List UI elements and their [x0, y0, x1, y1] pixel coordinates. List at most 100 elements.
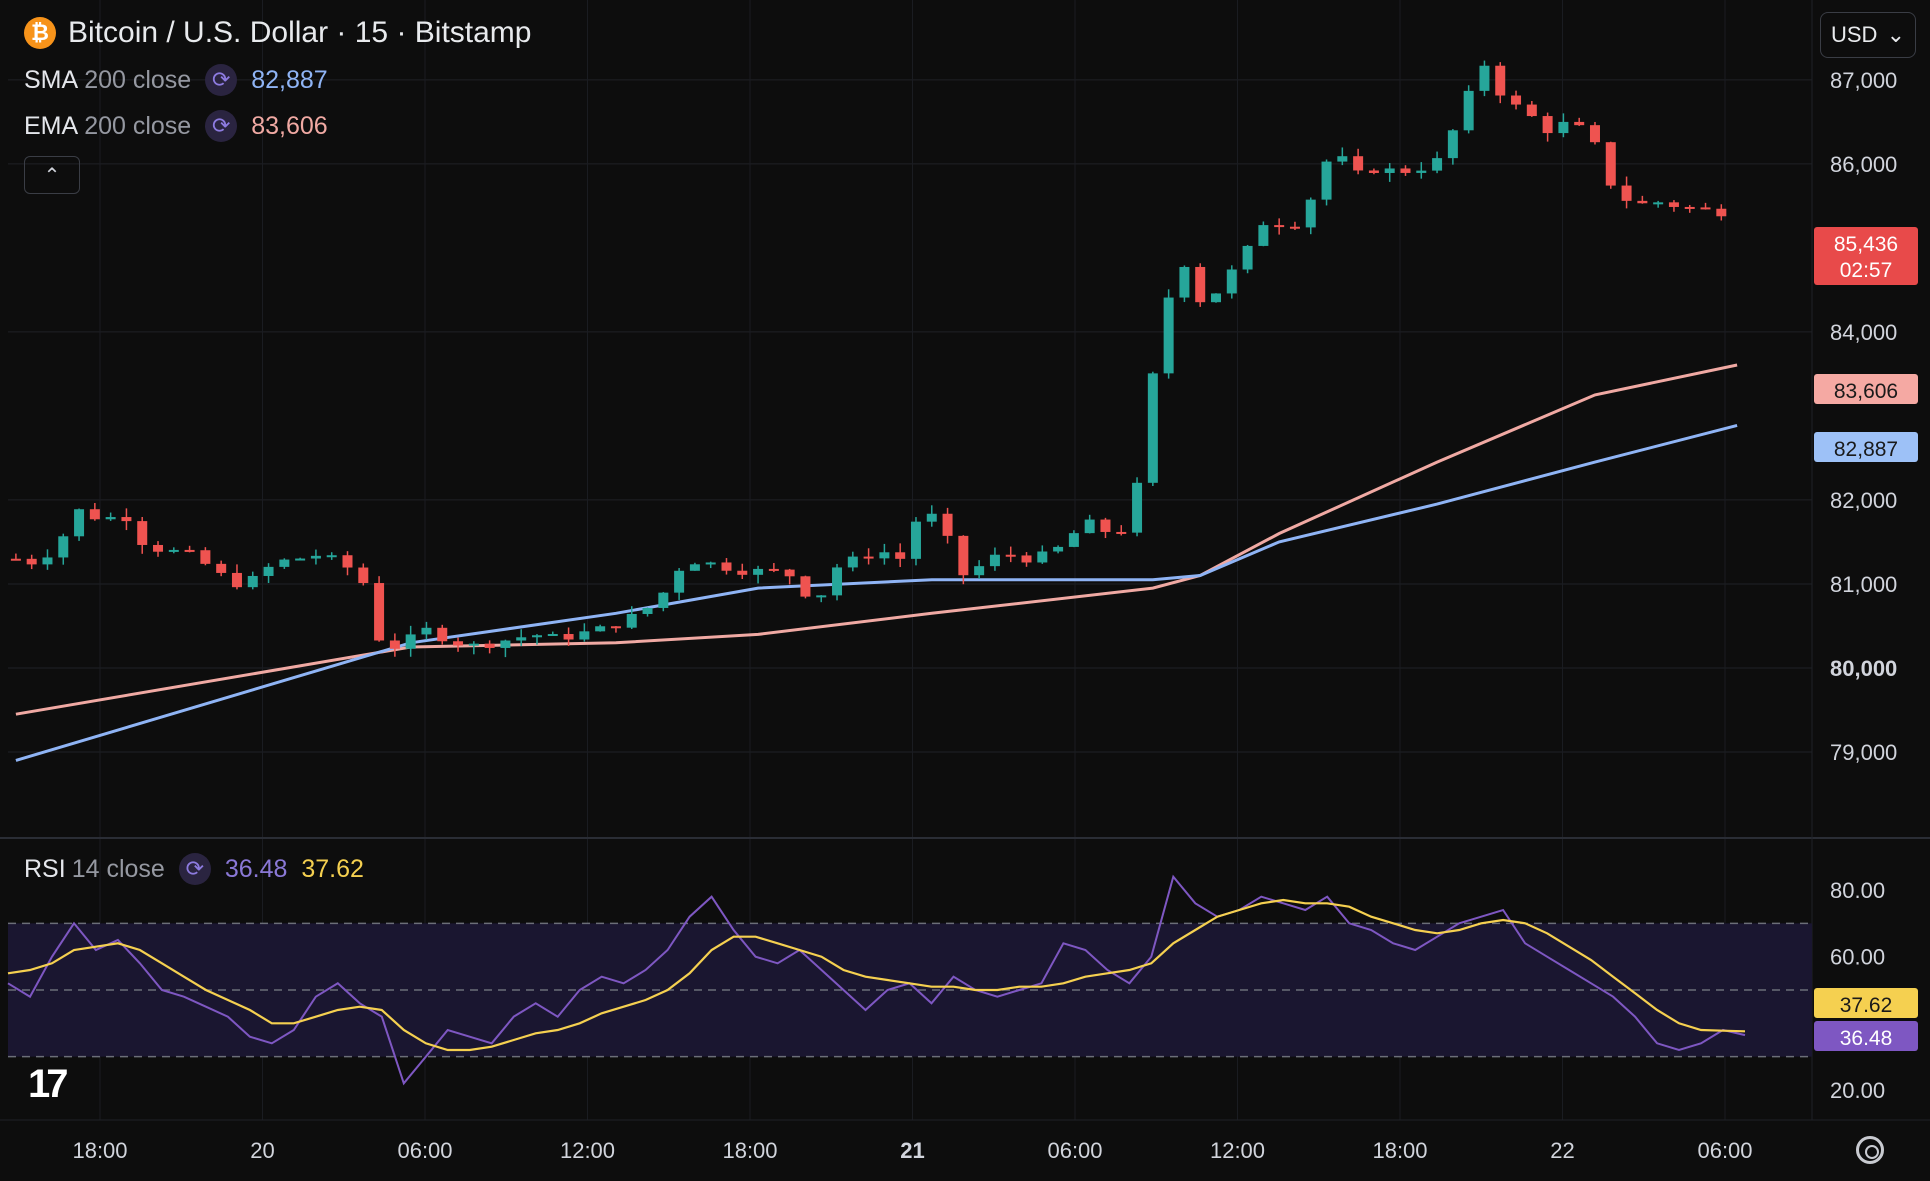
legend-ema-label: EMA: [24, 111, 79, 140]
price-tick-label: 79,000: [1830, 740, 1897, 765]
candle-up: [1653, 202, 1664, 205]
candle-down: [1605, 142, 1616, 186]
time-tick-label: 06:00: [397, 1138, 452, 1163]
candle-up: [1305, 199, 1316, 228]
candle-down: [1542, 116, 1553, 134]
candle-up: [1226, 269, 1237, 294]
candle-up: [58, 536, 69, 558]
legend-sma-params: 200 close: [84, 65, 192, 94]
time-tick-label: 12:00: [1210, 1138, 1265, 1163]
candle-up: [74, 509, 85, 537]
legend-rsi-ma-value: 37.62: [301, 854, 364, 883]
candle-up: [105, 517, 116, 520]
chart-canvas[interactable]: 79,000 80,000 81,000 82,000 84,000 86,000 87,0…: [0, 0, 1930, 1181]
time-tick-label: 20: [250, 1138, 274, 1163]
currency-select[interactable]: USD ⌄: [1820, 12, 1916, 58]
candle-up: [1416, 170, 1427, 173]
price-tick-label: 81,000: [1830, 572, 1897, 597]
candle-up: [816, 595, 827, 598]
candle-up: [1242, 245, 1253, 270]
ema200-line: [15, 363, 1738, 716]
candle-up: [579, 631, 590, 640]
rsi-tick-label: 20.00: [1830, 1078, 1885, 1103]
sma200-line: [15, 423, 1738, 762]
candle-down: [121, 517, 132, 522]
candle-up: [879, 552, 890, 559]
legend-ema[interactable]: EMA 200 close ⟳ 83,606: [24, 110, 328, 142]
candle-down: [1495, 65, 1506, 96]
candle-up: [974, 566, 985, 576]
candle-up: [1163, 297, 1174, 374]
candle-down: [1574, 121, 1585, 126]
rsi-tick-label: 60.00: [1830, 945, 1885, 970]
chevron-up-icon: ⌃: [43, 164, 61, 187]
candle-down: [1668, 202, 1679, 207]
legend-rsi[interactable]: RSI 14 close ⟳ 36.48 37.62: [24, 853, 364, 885]
candle-down: [184, 549, 195, 552]
candle-up: [832, 567, 843, 596]
candle-down: [863, 556, 874, 559]
candle-down: [137, 521, 148, 545]
collapse-legend-button[interactable]: ⌃: [24, 156, 80, 194]
candle-down: [942, 513, 953, 536]
candle-down: [89, 509, 100, 520]
legend-rsi-params: 14 close: [71, 854, 165, 883]
candle-down: [1274, 225, 1285, 228]
moving-averages: [15, 363, 1738, 762]
refresh-icon[interactable]: ⟳: [205, 64, 238, 96]
candle-down: [737, 570, 748, 575]
legend-sma-label: SMA: [24, 65, 79, 94]
price-tick-label: 82,000: [1830, 488, 1897, 513]
candle-up: [295, 558, 306, 561]
last-price-badge-text: 02:57: [1840, 259, 1893, 282]
legend-sma-value: 82,887: [251, 65, 328, 94]
settings-icon[interactable]: [1856, 1136, 1884, 1164]
candle-up: [1053, 546, 1064, 552]
refresh-icon[interactable]: ⟳: [178, 853, 211, 885]
last-price-badge-text: 85,436: [1834, 233, 1898, 256]
candle-up: [847, 556, 858, 568]
candle-down: [1700, 207, 1711, 210]
symbol-title[interactable]: ₿ Bitcoin / U.S. Dollar · 15 · Bitstamp: [24, 16, 531, 50]
candle-down: [784, 569, 795, 577]
refresh-icon[interactable]: ⟳: [205, 110, 238, 142]
candle-up: [1337, 156, 1348, 162]
candle-up: [263, 566, 274, 576]
candle-up: [753, 568, 764, 575]
legend-sma[interactable]: SMA 200 close ⟳ 82,887: [24, 64, 328, 96]
candle-up: [1384, 168, 1395, 173]
candle-up: [405, 634, 416, 649]
time-tick-label: 18:00: [72, 1138, 127, 1163]
candle-up: [1132, 482, 1143, 533]
candle-up: [468, 643, 479, 646]
candle-up: [989, 554, 1000, 567]
candle-down: [1621, 185, 1632, 201]
candle-up: [1147, 373, 1158, 483]
candle-down: [1511, 95, 1522, 105]
candle-up: [595, 626, 606, 632]
time-tick-label: 06:00: [1697, 1138, 1752, 1163]
candle-up: [626, 613, 637, 628]
candle-down: [768, 568, 779, 571]
candles: [10, 60, 1727, 658]
candle-up: [910, 521, 921, 559]
candle-down: [1400, 168, 1411, 173]
candle-up: [1558, 121, 1569, 134]
candle-down: [721, 562, 732, 571]
candle-up: [1037, 551, 1048, 563]
candle-down: [1005, 554, 1016, 557]
bitcoin-icon: ₿: [24, 17, 56, 49]
legend-ema-params: 200 close: [84, 111, 192, 140]
candle-down: [484, 643, 495, 648]
candle-down: [1526, 104, 1537, 117]
candle-up: [531, 635, 542, 638]
candle-up: [1179, 266, 1190, 298]
candle-down: [1100, 519, 1111, 532]
rsi-band: [8, 922, 1812, 1058]
currency-label: USD: [1831, 22, 1878, 47]
candle-down: [389, 640, 400, 649]
candle-down: [1684, 206, 1695, 209]
ema-price-badge-text: 83,606: [1834, 380, 1898, 403]
candle-up: [1321, 161, 1332, 200]
candle-down: [895, 552, 906, 559]
